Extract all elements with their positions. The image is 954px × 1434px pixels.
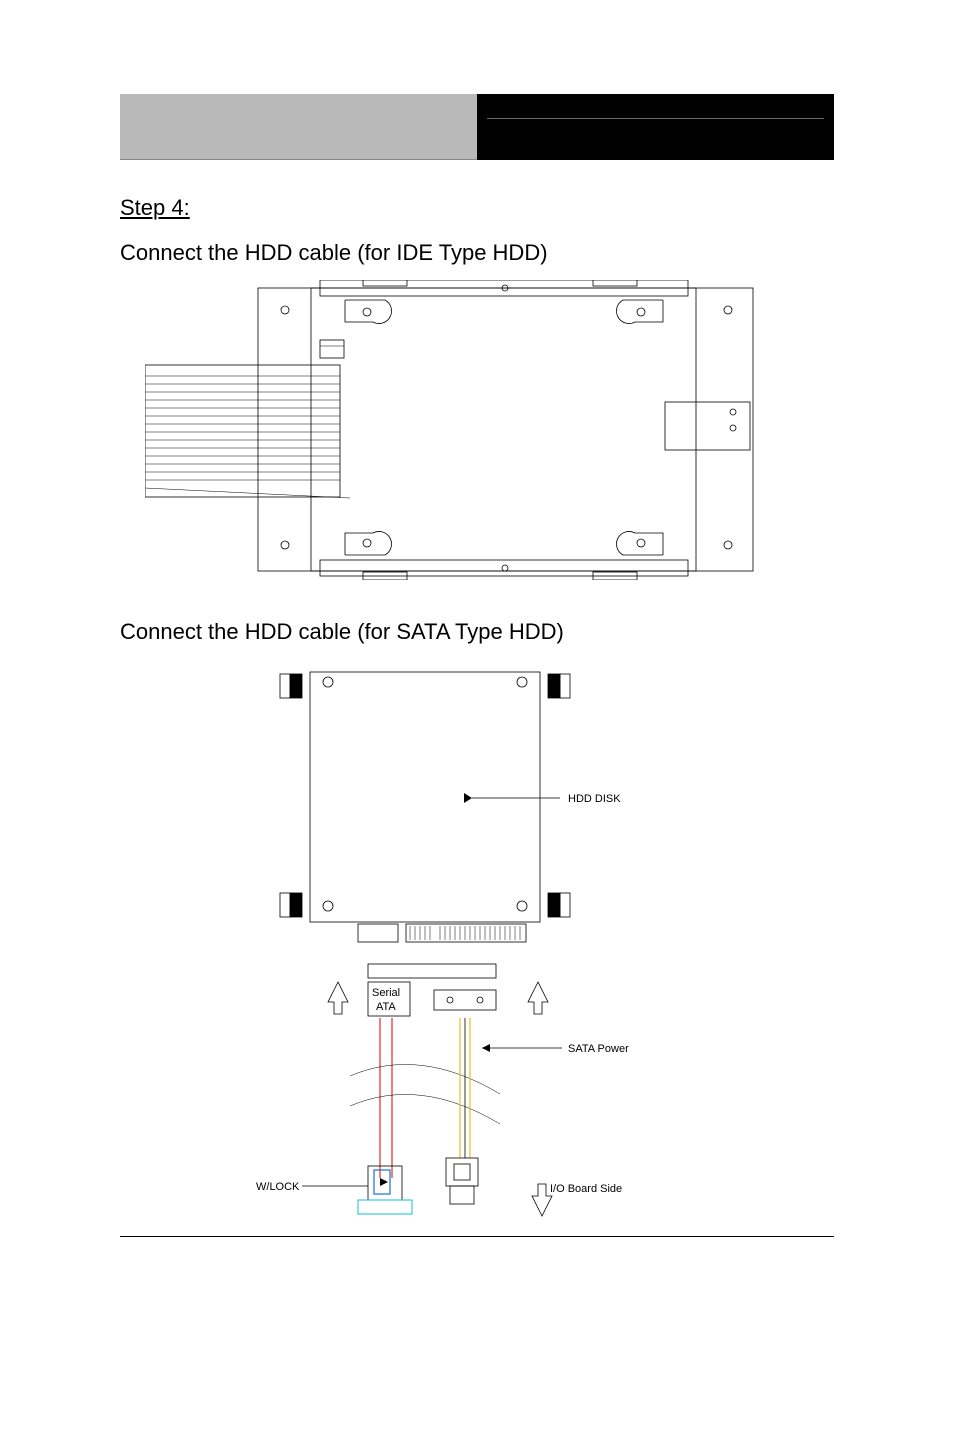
caption-ide: Connect the HDD cable (for IDE Type HDD) <box>120 240 548 266</box>
header-right-block <box>477 94 834 160</box>
page-header <box>120 94 834 160</box>
diagram-ide <box>145 280 755 580</box>
label-ata: ATA <box>376 1001 396 1013</box>
step-title: Step 4: <box>120 195 190 221</box>
label-io-board: I/O Board Side <box>550 1183 622 1195</box>
label-wlock: W/LOCK <box>256 1181 300 1193</box>
label-hdd-disk: HDD DISK <box>568 793 621 805</box>
header-left-block <box>120 94 477 160</box>
label-sata-power: SATA Power <box>568 1043 629 1055</box>
diagram-sata: HDD DISK Serial ATA SATA Po <box>250 668 680 1228</box>
caption-sata: Connect the HDD cable (for SATA Type HDD… <box>120 619 564 645</box>
bottom-rule <box>120 1236 834 1237</box>
label-serial: Serial <box>372 987 400 999</box>
